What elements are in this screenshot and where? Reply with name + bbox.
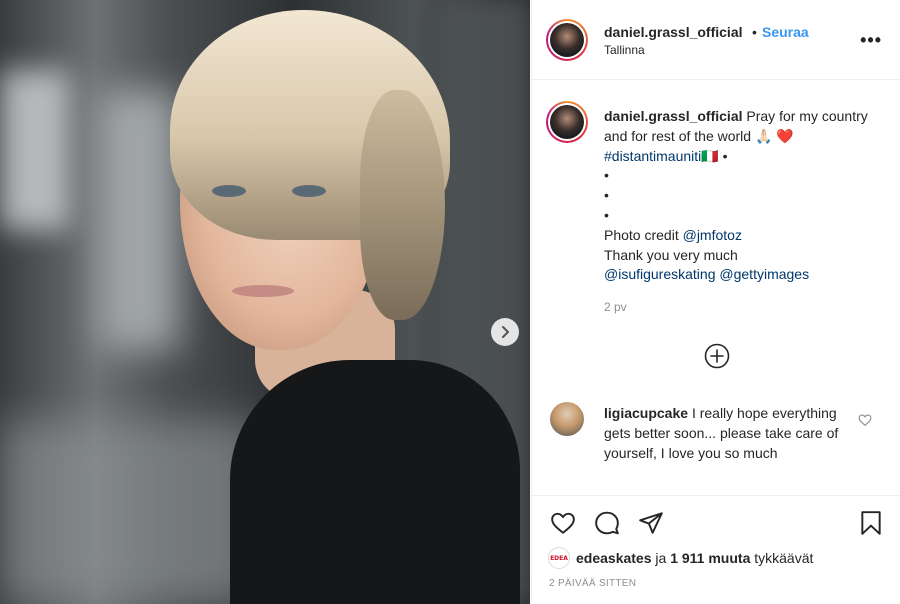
- heart-icon[interactable]: [858, 413, 872, 427]
- caption-username[interactable]: daniel.grassl_official: [604, 108, 743, 124]
- credit-mention-link[interactable]: @jmfotoz: [683, 227, 742, 243]
- caption-bullet: •: [604, 167, 609, 184]
- photo-subject: [292, 185, 326, 197]
- photo-background: [0, 420, 260, 604]
- photo-credit-label: Photo credit: [604, 226, 679, 243]
- bookmark-icon[interactable]: [858, 510, 884, 536]
- post-location[interactable]: Tallinna: [604, 43, 645, 57]
- caption-age: 2 pv: [604, 300, 627, 314]
- chevron-right-icon: [502, 326, 509, 338]
- caption-bullet: •: [604, 206, 609, 223]
- more-options-icon[interactable]: •••: [860, 30, 882, 51]
- photo-subject: [230, 360, 520, 604]
- thanks-text: Thank you very much: [604, 246, 738, 263]
- comments-section[interactable]: daniel.grassl_official Pray for my count…: [532, 81, 900, 495]
- comment-bubble-icon[interactable]: [594, 510, 620, 536]
- comment-text: ligiacupcake I really hope everything ge…: [604, 404, 854, 463]
- mention-link[interactable]: @isufigureskating: [604, 266, 716, 282]
- liker-avatar[interactable]: EDEA: [548, 547, 570, 569]
- photo-subject: [360, 90, 445, 320]
- first-liker-username[interactable]: edeaskates: [576, 550, 652, 566]
- photo-background: [100, 90, 180, 350]
- likes-suffix: tykkäävät: [754, 550, 814, 566]
- hashtag-link[interactable]: #distantimauniti: [604, 148, 701, 164]
- post-photo[interactable]: [0, 0, 530, 604]
- paper-plane-icon[interactable]: [638, 510, 664, 536]
- heart-icon[interactable]: [550, 510, 576, 536]
- author-avatar[interactable]: [546, 19, 588, 61]
- photo-background: [0, 70, 70, 230]
- post-timestamp[interactable]: 2 PÄIVÄÄ SITTEN: [549, 578, 636, 589]
- photo-subject: [212, 185, 246, 197]
- caption-bullet: •: [722, 147, 728, 164]
- post-header: daniel.grassl_official • Seuraa Tallinna…: [532, 0, 900, 80]
- author-username[interactable]: daniel.grassl_official: [604, 24, 743, 40]
- caption-text: daniel.grassl_official Pray for my count…: [604, 107, 879, 285]
- likes-count[interactable]: 1 911 muuta: [670, 550, 750, 566]
- commenter-avatar[interactable]: [550, 402, 584, 436]
- separator-dot: •: [752, 24, 757, 40]
- caption-author-avatar[interactable]: [546, 101, 588, 143]
- post-actions: EDEA edeaskates ja 1 911 muuta tykkäävät…: [532, 495, 900, 604]
- caption-bullet: •: [604, 187, 609, 204]
- post-side-panel: daniel.grassl_official • Seuraa Tallinna…: [531, 0, 900, 604]
- photo-subject: [232, 285, 294, 297]
- mention-link[interactable]: @gettyimages: [719, 266, 809, 282]
- likes-summary: EDEA edeaskates ja 1 911 muuta tykkäävät: [548, 547, 813, 569]
- commenter-username[interactable]: ligiacupcake: [604, 405, 688, 421]
- plus-circle-icon[interactable]: [704, 343, 730, 369]
- follow-button[interactable]: Seuraa: [762, 24, 809, 40]
- caption-emoji: 🙏🏻 ❤️: [754, 127, 794, 144]
- next-photo-button[interactable]: [491, 318, 519, 346]
- flag-emoji: 🇮🇹: [701, 147, 719, 164]
- likes-connector: ja: [655, 550, 667, 566]
